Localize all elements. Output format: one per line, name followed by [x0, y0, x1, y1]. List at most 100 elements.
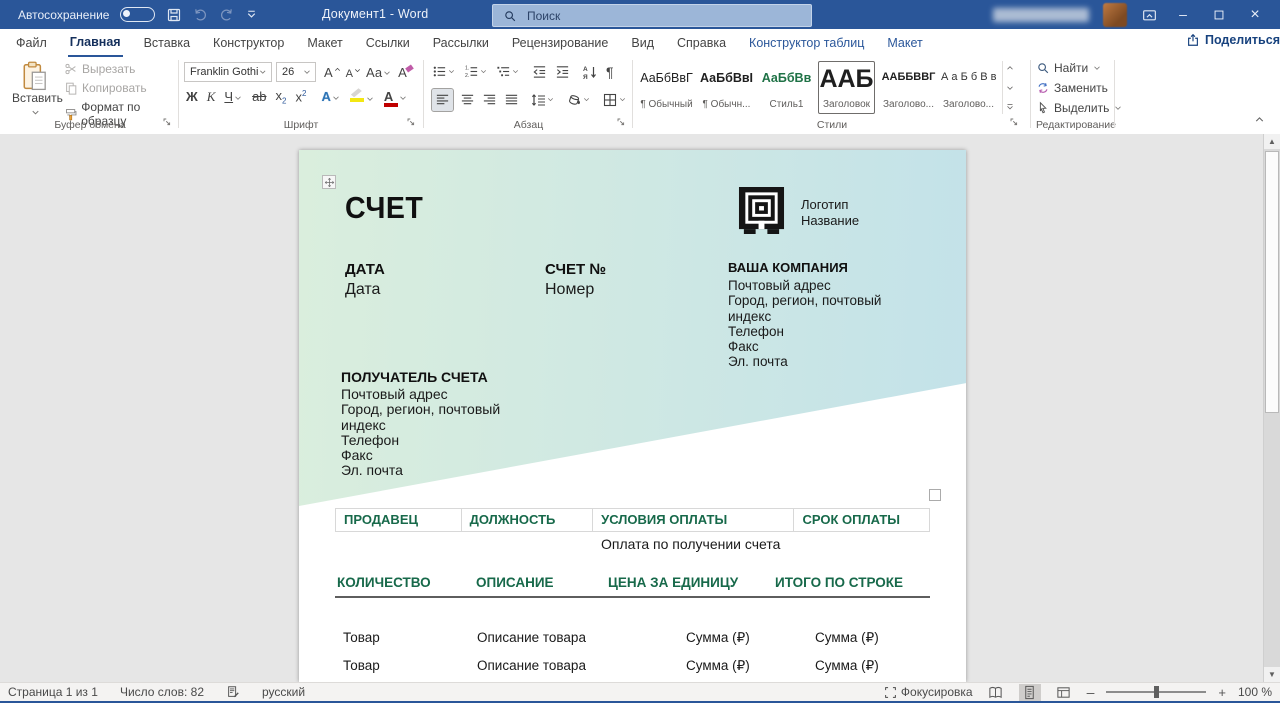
- grow-font-button[interactable]: А: [324, 65, 342, 80]
- style-card-heading3[interactable]: А а Б б В в Заголово...: [940, 61, 997, 114]
- shrink-font-button[interactable]: А: [346, 65, 362, 80]
- minimize-button[interactable]: –: [1172, 0, 1194, 29]
- styles-gallery-more-icon[interactable]: [1005, 102, 1015, 112]
- clipboard-dialog-launcher[interactable]: [161, 113, 173, 131]
- read-mode-button[interactable]: [985, 684, 1007, 701]
- multilevel-list-button[interactable]: [496, 63, 520, 81]
- focus-mode-button[interactable]: Фокусировка: [884, 685, 973, 699]
- tab-home[interactable]: Главная: [68, 29, 123, 58]
- font-name-combo[interactable]: Franklin Gothic I: [184, 62, 272, 82]
- print-layout-button[interactable]: [1019, 684, 1041, 701]
- tab-view[interactable]: Вид: [629, 30, 656, 56]
- save-button[interactable]: [166, 7, 182, 23]
- zoom-slider-thumb[interactable]: [1154, 686, 1159, 698]
- search-box[interactable]: [492, 4, 812, 27]
- language-indicator[interactable]: русский: [262, 685, 305, 699]
- style-card-normal-2[interactable]: АаБбВвI ¶ Обычн...: [698, 61, 755, 114]
- replace-icon: [1036, 81, 1050, 95]
- align-left-button[interactable]: [432, 89, 453, 111]
- justify-icon: [504, 92, 519, 107]
- highlight-button[interactable]: [350, 88, 375, 105]
- show-paragraph-marks-button[interactable]: ¶: [606, 64, 614, 80]
- line-spacing-button[interactable]: [530, 91, 555, 109]
- italic-button[interactable]: К: [207, 89, 216, 105]
- tab-layout[interactable]: Макет: [305, 30, 344, 56]
- quick-access-chevron-icon[interactable]: [245, 8, 258, 21]
- tab-file[interactable]: Файл: [14, 30, 49, 56]
- font-color-button[interactable]: А: [384, 89, 408, 104]
- web-layout-button[interactable]: [1053, 684, 1075, 701]
- undo-button[interactable]: [193, 7, 208, 22]
- text-effects-button[interactable]: А: [321, 89, 340, 104]
- tab-table-design[interactable]: Конструктор таблиц: [747, 30, 866, 56]
- user-avatar[interactable]: [1103, 3, 1127, 27]
- subscript-button[interactable]: x2: [276, 88, 287, 106]
- company-logo-icon[interactable]: [738, 187, 785, 234]
- shading-button[interactable]: [566, 91, 591, 109]
- styles-scroll-up-icon[interactable]: [1005, 63, 1015, 73]
- tab-design[interactable]: Конструктор: [211, 30, 286, 56]
- copy-button[interactable]: Копировать: [64, 81, 176, 95]
- page-indicator[interactable]: Страница 1 из 1: [8, 685, 98, 699]
- justify-button[interactable]: [504, 91, 519, 109]
- font-dialog-launcher[interactable]: [405, 113, 417, 131]
- zoom-in-button[interactable]: +: [1218, 685, 1226, 700]
- find-button[interactable]: Найти: [1036, 61, 1123, 75]
- superscript-button[interactable]: x2: [295, 89, 306, 104]
- invoice-info-table[interactable]: ПРОДАВЕЦ ДОЛЖНОСТЬ УСЛОВИЯ ОПЛАТЫ СРОК О…: [335, 508, 930, 532]
- maximize-button[interactable]: [1208, 0, 1230, 29]
- document-page[interactable]: СЧЕТ Логотип Название ДАТА Дата СЧЕТ № Н…: [299, 150, 966, 682]
- autosave-toggle[interactable]: [120, 7, 155, 22]
- bullets-button[interactable]: [432, 63, 456, 81]
- proofing-icon[interactable]: [226, 685, 240, 699]
- style-card-heading-selected[interactable]: ААБ Заголовок: [818, 61, 875, 114]
- tab-help[interactable]: Справка: [675, 30, 728, 56]
- align-right-button[interactable]: [482, 91, 497, 109]
- zoom-level[interactable]: 100 %: [1238, 685, 1272, 699]
- style-card-style1[interactable]: АаБбВв Стиль1: [758, 61, 815, 114]
- print-layout-icon: [1022, 685, 1037, 700]
- font-size-combo[interactable]: 26: [276, 62, 316, 82]
- selection-handle[interactable]: [929, 489, 941, 501]
- word-count[interactable]: Число слов: 82: [120, 685, 204, 699]
- style-card-heading2[interactable]: ААББВВГ Заголово...: [880, 61, 937, 114]
- increase-indent-button[interactable]: [555, 63, 570, 81]
- bold-button[interactable]: Ж: [186, 89, 198, 104]
- paste-button[interactable]: Вставить: [12, 61, 58, 119]
- change-case-button[interactable]: Аа: [366, 65, 392, 80]
- collapse-ribbon-button[interactable]: [1253, 111, 1266, 129]
- sort-button[interactable]: [582, 63, 598, 81]
- tab-table-layout[interactable]: Макет: [885, 30, 924, 56]
- scroll-down-arrow[interactable]: ▼: [1264, 667, 1280, 682]
- redo-button[interactable]: [219, 7, 234, 22]
- scrollbar-thumb[interactable]: [1265, 151, 1279, 413]
- borders-button[interactable]: [602, 91, 627, 109]
- select-button[interactable]: Выделить: [1036, 101, 1123, 115]
- share-button[interactable]: Поделиться: [1186, 33, 1280, 47]
- styles-scroll-down-icon[interactable]: [1005, 83, 1015, 93]
- cut-button[interactable]: Вырезать: [64, 62, 176, 76]
- style-card-normal[interactable]: АаБбВвГ ¶ Обычный: [638, 61, 695, 114]
- numbering-button[interactable]: [464, 63, 488, 81]
- tab-mailings[interactable]: Рассылки: [431, 30, 491, 56]
- search-input[interactable]: [525, 8, 759, 24]
- strikethrough-button[interactable]: ab: [252, 89, 266, 104]
- replace-button[interactable]: Заменить: [1036, 81, 1123, 95]
- paragraph-dialog-launcher[interactable]: [615, 113, 627, 131]
- tab-review[interactable]: Рецензирование: [510, 30, 611, 56]
- tab-insert[interactable]: Вставка: [142, 30, 192, 56]
- close-button[interactable]: ×: [1244, 0, 1266, 29]
- align-center-button[interactable]: [460, 91, 475, 109]
- zoom-out-button[interactable]: –: [1087, 684, 1095, 700]
- decrease-indent-button[interactable]: [532, 63, 547, 81]
- vertical-scrollbar[interactable]: ▲ ▼: [1263, 134, 1280, 682]
- zoom-slider[interactable]: [1106, 691, 1206, 693]
- items-header-qty: КОЛИЧЕСТВО: [337, 575, 431, 590]
- clear-formatting-button[interactable]: А: [398, 65, 407, 80]
- styles-dialog-launcher[interactable]: [1008, 113, 1020, 131]
- ribbon-display-options-icon[interactable]: [1141, 6, 1158, 23]
- tab-references[interactable]: Ссылки: [364, 30, 412, 56]
- table-move-handle[interactable]: [322, 175, 336, 189]
- scroll-up-arrow[interactable]: ▲: [1264, 134, 1280, 149]
- underline-button[interactable]: Ч: [224, 89, 243, 104]
